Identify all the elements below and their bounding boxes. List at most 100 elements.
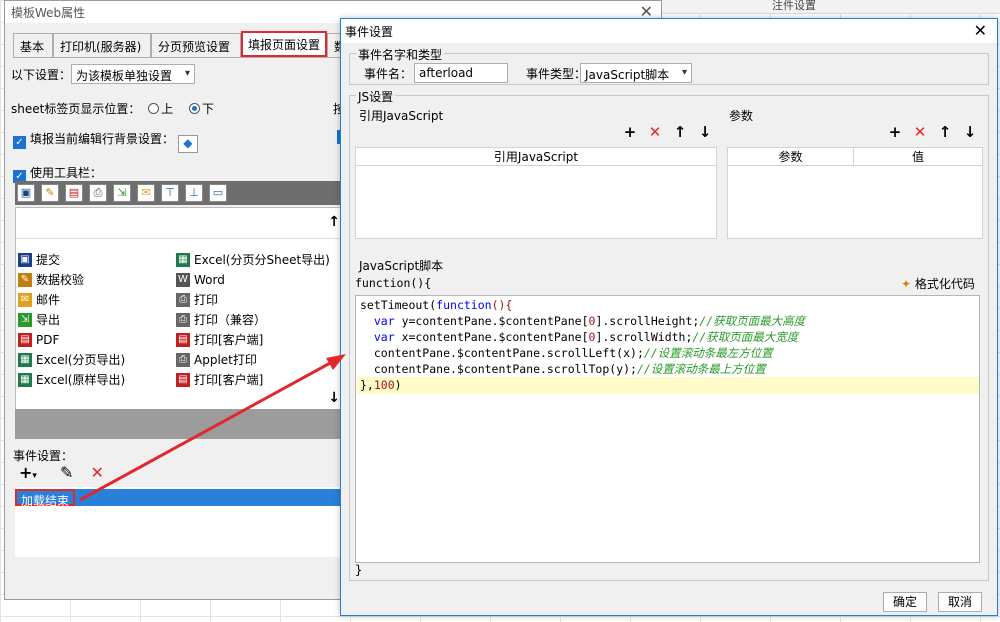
- value-column-header[interactable]: 值: [854, 148, 982, 166]
- radio-bottom[interactable]: [189, 103, 201, 114]
- list-item[interactable]: ⎙ Applet打印: [174, 350, 257, 370]
- param-column-header[interactable]: 参数: [728, 148, 854, 166]
- ref-js-column-header[interactable]: 引用JavaScript: [356, 148, 716, 166]
- mail-icon[interactable]: ✉: [137, 184, 155, 202]
- function-open: function(){: [355, 276, 432, 290]
- toolbar-button-list: ↑ ▣ 提交 ✎ 数据校验 ✉ 邮件 ⇲ 导出 ▤ PDF ▦ Excel(分页导出) ▦ E…: [15, 207, 345, 411]
- ok-button[interactable]: 确定: [883, 592, 927, 612]
- event-name-input[interactable]: afterload: [414, 63, 508, 83]
- code-line: var y=contentPane.$contentPane[0].scroll…: [373, 314, 806, 328]
- background-header: 注件设置: [662, 0, 1000, 14]
- add-icon[interactable]: +: [19, 463, 32, 482]
- radio-top[interactable]: [148, 103, 160, 114]
- paint-bucket-icon[interactable]: ◆: [177, 135, 198, 153]
- pdf-icon: ▤: [176, 373, 190, 387]
- print-icon: ⎙: [176, 293, 190, 307]
- pencil-icon[interactable]: ✎: [60, 463, 73, 482]
- right-dialog-title: 事件设置: [345, 25, 394, 39]
- save-icon: ▣: [18, 253, 32, 267]
- tab-basic[interactable]: 基本: [13, 33, 53, 57]
- list-item[interactable]: ▤ PDF: [16, 330, 59, 350]
- code-line: contentPane.$contentPane.scrollLeft(x);/…: [360, 346, 773, 360]
- toolbar-preview: ▣ ✎ ▤ ⎙ ⇲ ✉ ⊤ ⊥ ▭: [15, 181, 345, 205]
- window-icon[interactable]: ▭: [209, 184, 227, 202]
- delete-icon[interactable]: ✕: [91, 463, 104, 482]
- tab-printer[interactable]: 打印机(服务器): [53, 33, 151, 57]
- broom-icon: ✦: [901, 277, 912, 291]
- chevron-down-icon[interactable]: ▾: [32, 471, 37, 481]
- list-item[interactable]: ✎ 数据校验: [16, 270, 84, 290]
- event-name-label: 事件名：: [364, 67, 413, 81]
- list-item[interactable]: ✉ 邮件: [16, 290, 60, 310]
- add-param-icon[interactable]: +: [887, 123, 903, 141]
- pdf-icon[interactable]: ▤: [65, 184, 83, 202]
- edit-icon[interactable]: ✎: [41, 184, 59, 202]
- right-dialog-titlebar: 事件设置 ✕: [341, 19, 997, 43]
- tree-icon[interactable]: ⊤: [161, 184, 179, 202]
- print-icon[interactable]: ⎙: [89, 184, 107, 202]
- list-item[interactable]: ⇲ 导出: [16, 310, 60, 330]
- name-type-group: 事件名字和类型 事件名： afterload 事件类型： JavaScript脚…: [349, 46, 989, 85]
- event-type-select[interactable]: JavaScript脚本 ▾: [580, 63, 692, 83]
- export-icon: ⇲: [18, 313, 32, 327]
- settings-select[interactable]: 为该模板单独设置 ▾: [71, 64, 195, 84]
- code-line: },100): [360, 378, 402, 392]
- left-dialog-title: 模板Web属性: [11, 6, 86, 20]
- save-icon[interactable]: ▣: [17, 184, 35, 202]
- move-up-icon[interactable]: ↑: [937, 123, 953, 141]
- list-item[interactable]: ▦ Excel(原样导出): [16, 370, 125, 390]
- move-down-icon[interactable]: ↓: [697, 123, 713, 141]
- excel-icon: ▦: [18, 353, 32, 367]
- move-up-icon[interactable]: ↑: [328, 214, 340, 230]
- move-up-icon[interactable]: ↑: [672, 123, 688, 141]
- list-item[interactable]: 加载结束: [15, 489, 345, 508]
- print-icon: ⎙: [176, 353, 190, 367]
- bg-checkbox[interactable]: ✓: [13, 136, 26, 149]
- add-ref-js-icon[interactable]: +: [622, 123, 638, 141]
- delete-ref-js-icon[interactable]: ✕: [647, 123, 663, 141]
- javascript-editor[interactable]: setTimeout(function(){ var y=contentPane…: [355, 295, 980, 563]
- export-icon[interactable]: ⇲: [113, 184, 131, 202]
- event-type-label: 事件类型：: [526, 67, 587, 81]
- list-item[interactable]: ⎙ 打印: [174, 290, 218, 310]
- list-footer-bar: [15, 409, 345, 439]
- format-code-button[interactable]: ✦ 格式化代码: [901, 275, 975, 292]
- mail-icon: ✉: [18, 293, 32, 307]
- filter-icon[interactable]: ⊥: [185, 184, 203, 202]
- events-label: 事件设置：: [13, 449, 74, 463]
- close-icon[interactable]: ✕: [974, 21, 987, 40]
- list-item[interactable]: ▤ 打印[客户端]: [174, 330, 263, 350]
- move-down-icon[interactable]: ↓: [962, 123, 978, 141]
- code-line: var x=contentPane.$contentPane[0].scroll…: [373, 330, 799, 344]
- chevron-down-icon: ▾: [681, 67, 687, 78]
- list-item[interactable]: ▦ Excel(分页导出): [16, 350, 125, 370]
- script-label: JavaScript脚本: [359, 259, 444, 273]
- settings-label: 以下设置：: [11, 68, 72, 82]
- list-item[interactable]: ▦ Excel(分页分Sheet导出): [174, 250, 330, 270]
- pdf-icon: ▤: [18, 333, 32, 347]
- sheet-position-row: sheet标签页显示位置： 上 下: [11, 102, 215, 116]
- params-label: 参数: [729, 109, 754, 123]
- event-list: 加载结束: [15, 487, 345, 557]
- excel-icon: ▦: [18, 373, 32, 387]
- list-item[interactable]: W Word: [174, 270, 225, 290]
- pdf-icon: ▤: [176, 333, 190, 347]
- code-line: setTimeout(function(){: [360, 298, 513, 312]
- edit-icon: ✎: [18, 273, 32, 287]
- ref-js-label: 引用JavaScript: [359, 109, 444, 123]
- bg-setting-row: ✓ 填报当前编辑行背景设置： ◆: [13, 130, 198, 153]
- cancel-button[interactable]: 取消: [938, 592, 982, 612]
- move-down-icon[interactable]: ↓: [328, 390, 340, 406]
- code-line: contentPane.$contentPane.scrollTop(y);//…: [360, 362, 766, 376]
- current-line-highlight: [357, 377, 979, 394]
- list-item[interactable]: ▣ 提交: [16, 250, 60, 270]
- chevron-down-icon: ▾: [184, 68, 190, 79]
- tab-fill-page-settings[interactable]: 填报页面设置: [241, 31, 327, 57]
- list-item[interactable]: ▤ 打印[客户端]: [174, 370, 263, 390]
- delete-param-icon[interactable]: ✕: [912, 123, 928, 141]
- function-close: }: [355, 563, 363, 577]
- print-icon: ⎙: [176, 313, 190, 327]
- tab-pagination-preview[interactable]: 分页预览设置: [151, 33, 241, 57]
- event-item-label: 加载结束: [15, 489, 76, 508]
- list-item[interactable]: ⎙ 打印（兼容）: [174, 310, 266, 330]
